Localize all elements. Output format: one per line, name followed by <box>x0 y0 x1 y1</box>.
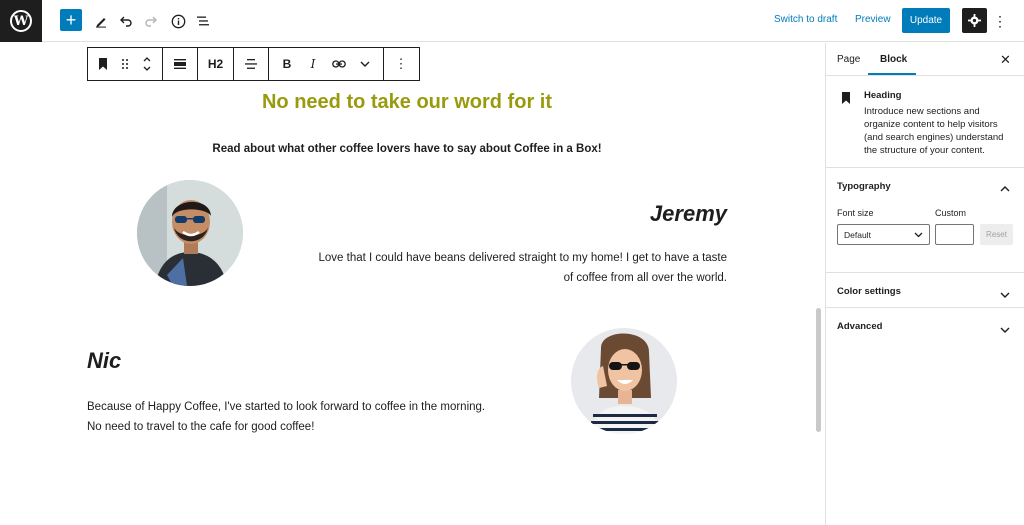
bold-button[interactable]: B <box>274 48 300 80</box>
switch-to-draft-button[interactable]: Switch to draft <box>774 14 837 25</box>
quote-line: Because of Happy Coffee, I've started to… <box>87 401 486 413</box>
settings-sidebar: Page Block ✕ Heading Introduce new secti… <box>825 43 1024 525</box>
drag-handle-icon[interactable] <box>114 48 136 80</box>
canvas-scrollbar[interactable] <box>816 308 821 432</box>
preview-button[interactable]: Preview <box>855 14 891 25</box>
typography-panel: Typography Font size Custom Default Rese… <box>826 168 1024 273</box>
move-up-down-icon[interactable] <box>136 48 158 80</box>
text-align-center-icon[interactable] <box>240 48 262 80</box>
sidebar-tabs: Page Block ✕ <box>826 43 1024 76</box>
quote-line: No need to travel to the cafe for good c… <box>87 421 315 433</box>
testimonial-name-jeremy[interactable]: Jeremy <box>600 201 727 227</box>
testimonial-quote-nic[interactable]: Because of Happy Coffee, I've started to… <box>87 397 527 437</box>
block-toolbar-align-group <box>163 48 198 80</box>
quote-line: of coffee from all over the world. <box>563 272 727 284</box>
heading-block-card-icon <box>841 91 851 109</box>
chevron-down-icon <box>1000 321 1010 339</box>
list-view-icon[interactable] <box>191 9 215 33</box>
block-toolbar-mover-group <box>88 48 163 80</box>
block-toolbar: H2 B I ⋮ <box>87 47 420 81</box>
close-sidebar-icon[interactable]: ✕ <box>1000 52 1011 68</box>
editor-header: W + Switch to draft Preview Update ⋮ <box>0 0 1024 42</box>
italic-button[interactable]: I <box>300 48 326 80</box>
link-icon[interactable] <box>326 48 352 80</box>
custom-font-size-input[interactable] <box>935 224 974 245</box>
block-toolbar-text-align-group <box>234 48 269 80</box>
settings-gear-icon[interactable] <box>962 8 987 33</box>
heading-block-icon[interactable] <box>92 48 114 80</box>
testimonial-avatar-nic[interactable] <box>571 328 677 434</box>
testimonial-avatar-jeremy[interactable] <box>137 180 243 286</box>
active-tab-indicator <box>868 73 916 75</box>
update-button[interactable]: Update <box>902 8 950 33</box>
font-size-select[interactable]: Default <box>837 224 930 245</box>
wordpress-logo[interactable]: W <box>0 0 42 42</box>
advanced-panel[interactable]: Advanced <box>826 308 1024 343</box>
tab-page[interactable]: Page <box>837 54 860 65</box>
block-toolbar-level-group: H2 <box>198 48 234 80</box>
font-size-select-value: Default <box>844 230 871 240</box>
heading-level-button[interactable]: H2 <box>202 48 229 80</box>
block-toolbar-options-group: ⋮ <box>384 48 418 80</box>
chevron-down-icon <box>914 230 923 240</box>
details-info-icon[interactable] <box>166 9 190 33</box>
color-settings-title: Color settings <box>837 286 901 297</box>
tab-block[interactable]: Block <box>880 54 907 65</box>
block-card-title: Heading <box>864 90 902 101</box>
page-heading[interactable]: No need to take our word for it <box>0 91 814 114</box>
block-inserter-button[interactable]: + <box>60 9 82 31</box>
chevron-up-icon[interactable] <box>1000 180 1010 198</box>
reset-font-size-button[interactable]: Reset <box>980 224 1013 245</box>
testimonial-quote-jeremy[interactable]: Love that I could have beans delivered s… <box>300 248 728 288</box>
more-options-icon[interactable]: ⋮ <box>993 9 1007 33</box>
testimonial-name-nic[interactable]: Nic <box>87 348 121 374</box>
editor-canvas: No need to take our word for it Read abo… <box>0 43 814 525</box>
block-card: Heading Introduce new sections and organ… <box>826 76 1024 168</box>
custom-size-label: Custom <box>935 208 967 218</box>
font-size-label: Font size <box>837 208 874 218</box>
typography-panel-title[interactable]: Typography <box>837 181 891 192</box>
tools-pencil-icon[interactable] <box>89 9 113 33</box>
color-settings-panel[interactable]: Color settings <box>826 273 1024 308</box>
block-card-description: Introduce new sections and organize cont… <box>864 106 1004 156</box>
undo-icon[interactable] <box>114 9 138 33</box>
advanced-title: Advanced <box>837 321 883 332</box>
block-toolbar-format-group: B I <box>269 48 384 80</box>
block-options-icon[interactable]: ⋮ <box>388 48 414 80</box>
quote-line: Love that I could have beans delivered s… <box>318 252 728 264</box>
block-align-icon[interactable] <box>169 48 191 80</box>
chevron-down-icon <box>1000 286 1010 304</box>
wordpress-logo-icon: W <box>10 10 32 32</box>
subheading-paragraph[interactable]: Read about what other coffee lovers have… <box>0 143 814 155</box>
redo-icon[interactable] <box>139 9 163 33</box>
more-formatting-chevron-down-icon[interactable] <box>352 48 378 80</box>
